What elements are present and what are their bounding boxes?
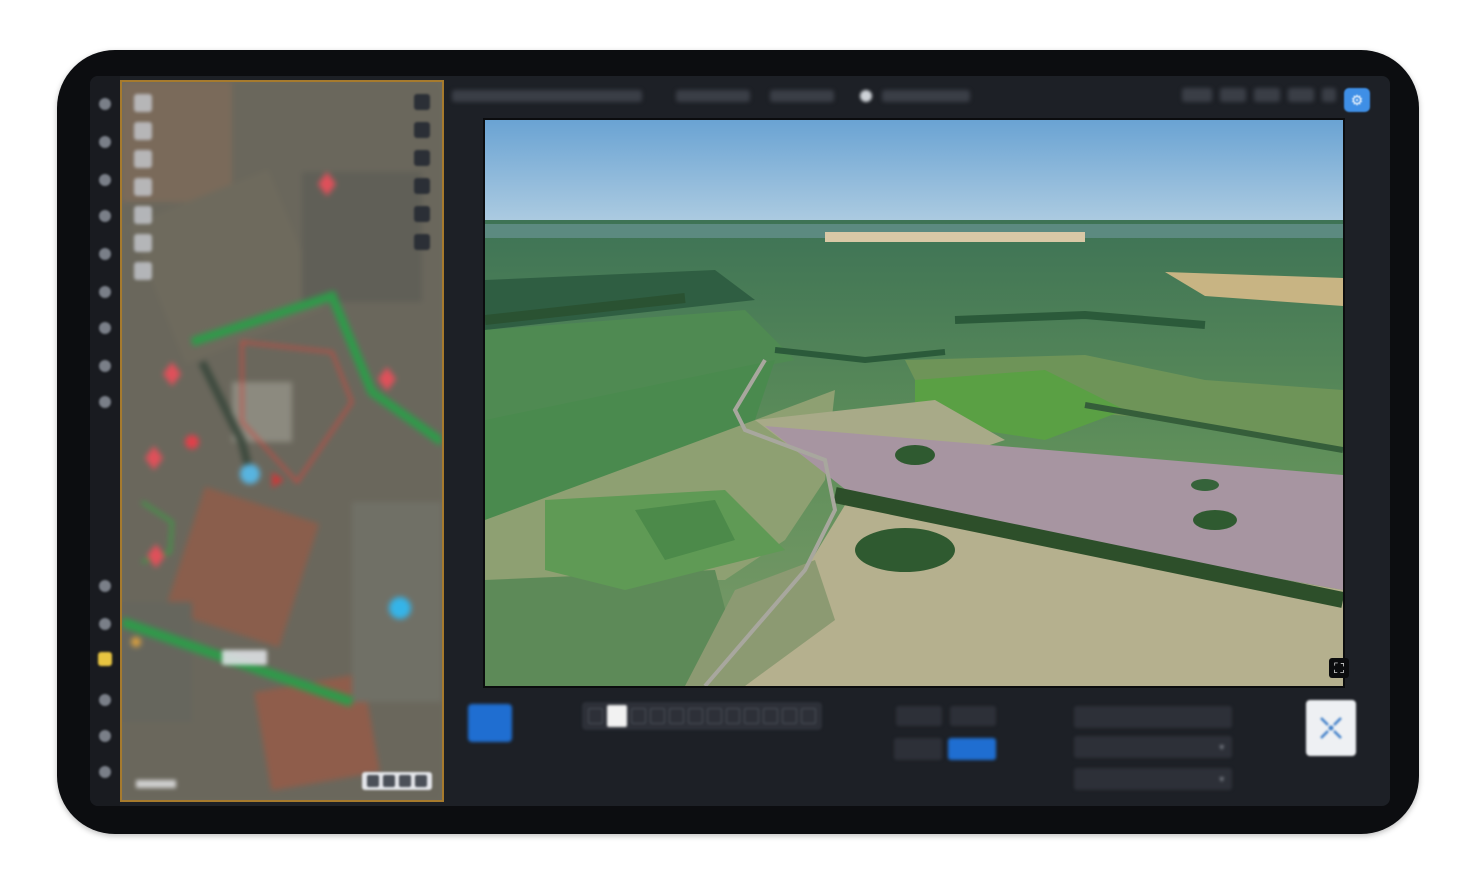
frame-selector[interactable] [582, 702, 822, 730]
map-zoom-controls [362, 772, 432, 790]
text-tool-icon[interactable] [134, 262, 152, 280]
stream-title [452, 90, 642, 102]
camera-icon[interactable] [99, 210, 111, 222]
grid-icon[interactable] [99, 322, 111, 334]
frame-cell[interactable] [668, 708, 684, 724]
fullscreen-icon[interactable]: ⛶ [1329, 658, 1349, 678]
edit-icon[interactable] [99, 694, 111, 706]
satellite-map[interactable] [122, 82, 442, 800]
map-toolbar-left [134, 94, 154, 290]
toolbar-btn-3[interactable] [1254, 88, 1280, 102]
top-toolbar: ⚙ [446, 76, 1390, 116]
record-indicator-icon [860, 90, 872, 102]
zoom-out-tool-icon[interactable] [414, 150, 430, 166]
dropdown-3[interactable]: ▾ [1074, 768, 1232, 790]
zoom-in-tool-icon[interactable] [414, 122, 430, 138]
pin-icon[interactable] [1322, 88, 1336, 102]
polygon-tool-icon[interactable] [134, 150, 152, 168]
map-panel[interactable] [120, 80, 444, 802]
frame-cell[interactable] [706, 708, 722, 724]
frame-cell[interactable] [687, 708, 703, 724]
filter-tool-icon[interactable] [414, 206, 430, 222]
toolbar-field-3[interactable] [882, 90, 970, 102]
frame-cell[interactable] [801, 708, 817, 724]
cursor-tool-icon[interactable] [134, 94, 152, 112]
list-icon[interactable] [99, 730, 111, 742]
value-field-1[interactable] [896, 706, 942, 726]
toolbar-field-1[interactable] [676, 90, 750, 102]
rotate-icon[interactable] [399, 775, 411, 787]
crosshair-icon [1320, 717, 1342, 739]
logout-icon[interactable] [99, 766, 111, 778]
frame-cell-selected[interactable] [606, 705, 628, 727]
crosshair-button[interactable] [1306, 700, 1356, 756]
drone-video-feed[interactable] [483, 118, 1345, 688]
fullscreen-map-icon[interactable] [415, 775, 427, 787]
eraser-tool-icon[interactable] [134, 234, 152, 252]
frame-cell[interactable] [725, 708, 741, 724]
zoom-out-icon[interactable] [383, 775, 395, 787]
target-icon[interactable] [99, 136, 111, 148]
dropdown-1[interactable] [1074, 706, 1232, 728]
frame-cell[interactable] [588, 708, 603, 724]
primary-action-button[interactable] [468, 704, 512, 742]
user-icon[interactable] [99, 580, 111, 592]
toolbar-btn-4[interactable] [1288, 88, 1314, 102]
route-icon[interactable] [99, 174, 111, 186]
apply-button[interactable] [948, 738, 996, 760]
gear-icon[interactable]: ⚙ [1344, 88, 1370, 112]
locate-tool-icon[interactable] [414, 178, 430, 194]
circle-tool-icon[interactable] [134, 178, 152, 196]
frame-cell[interactable] [763, 708, 779, 724]
toolbar-btn-2[interactable] [1220, 88, 1246, 102]
settings-icon[interactable] [99, 360, 111, 372]
map-toolbar-right [414, 94, 432, 262]
dropdown-2[interactable]: ▾ [1074, 736, 1232, 758]
frame-cell[interactable] [631, 708, 647, 724]
layers-icon[interactable] [99, 98, 111, 110]
frame-cell[interactable] [782, 708, 798, 724]
users-icon[interactable] [99, 396, 111, 408]
frame-cell[interactable] [650, 708, 665, 724]
map-scale-bar [136, 780, 176, 788]
frame-cell[interactable] [744, 708, 760, 724]
marker-icon[interactable] [99, 286, 111, 298]
map-point-label [222, 650, 268, 665]
value-field-2[interactable] [950, 706, 996, 726]
chevron-down-icon: ▾ [1219, 773, 1224, 784]
toolbar-btn-1[interactable] [1182, 88, 1212, 102]
zoom-in-icon[interactable] [367, 775, 379, 787]
secondary-button[interactable] [894, 738, 942, 760]
left-rail [90, 76, 120, 806]
note-icon[interactable] [98, 652, 112, 666]
layers-tool-icon[interactable] [414, 94, 430, 110]
compass-icon[interactable] [99, 618, 111, 630]
chevron-down-icon: ▾ [1219, 741, 1224, 752]
gear-tool-icon[interactable] [414, 234, 430, 250]
ruler-tool-icon[interactable] [134, 206, 152, 224]
draw-tool-icon[interactable] [134, 122, 152, 140]
aerial-landscape-image [485, 120, 1343, 686]
app-screen: ⚙ ⛶ ▾ ▾ [90, 76, 1390, 806]
chat-icon[interactable] [99, 248, 111, 260]
toolbar-field-2[interactable] [770, 90, 834, 102]
